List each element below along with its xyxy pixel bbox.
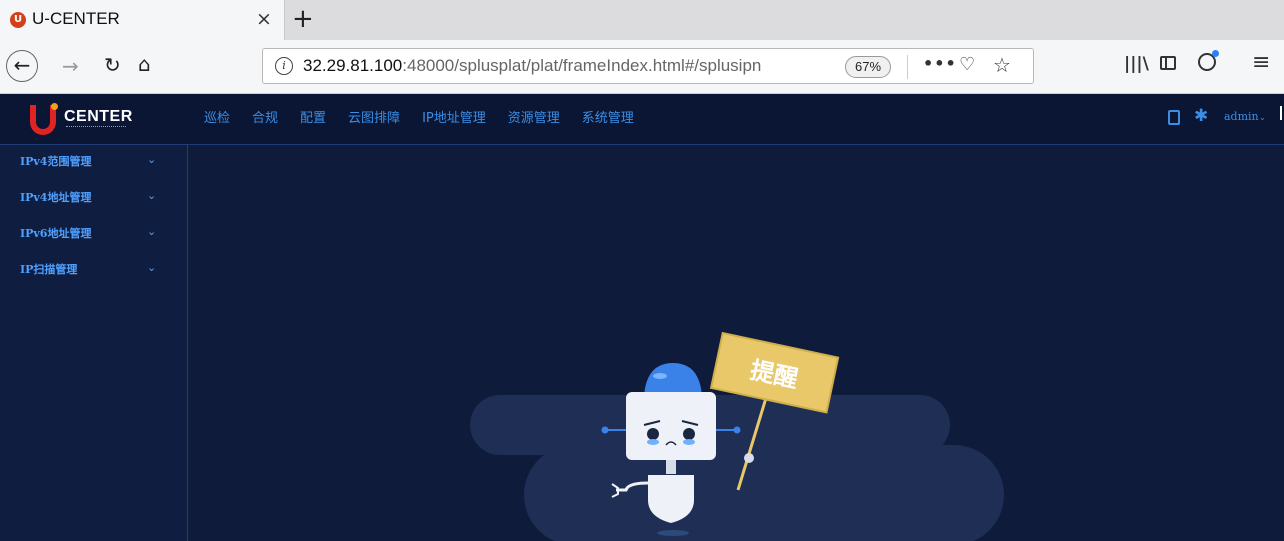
page-actions-icon[interactable]: ••• [923,54,957,73]
logo-text: CENTER [64,108,133,125]
browser-navbar: ← → ↻ ⌂ i 32.29.81.100:48000/splusplat/p… [0,40,1284,94]
chevron-down-icon: ⌄ [1258,113,1267,123]
app-header: CENTER 巡检 合规 配置 云图排障 IP地址管理 资源管理 系统管理 ✱ … [0,94,1284,145]
nav-item-cloud-troubleshoot[interactable]: 云图排障 [348,94,400,144]
url-path: :48000/splusplat/plat/frameIndex.html#/s… [402,56,762,75]
close-tab-icon[interactable]: × [256,8,272,30]
url-bar[interactable]: i 32.29.81.100:48000/splusplat/plat/fram… [262,48,1034,84]
user-menu[interactable]: admin⌄ [1224,110,1266,123]
sidebar-item-label: IPv6地址管理 [20,227,92,240]
pocket-icon[interactable]: ♡ [959,54,975,75]
browser-tab[interactable]: U U-CENTER × [0,0,285,40]
nav-item-inspection[interactable]: 巡检 [204,94,230,144]
account-icon[interactable] [1198,50,1219,71]
sidebar: IPv4范围管理 ⌄ IPv4地址管理 ⌄ IPv6地址管理 ⌄ IP扫描管理 … [0,145,188,541]
sidebar-icon[interactable] [1160,56,1176,70]
sidebar-item-ip-scan[interactable]: IP扫描管理 ⌄ [0,253,187,289]
logo-dot-icon [51,103,58,110]
new-tab-button[interactable]: + [292,4,314,34]
zoom-level-badge[interactable]: 67% [845,56,891,78]
top-navigation: 巡检 合规 配置 云图排障 IP地址管理 资源管理 系统管理 [204,94,656,144]
site-favicon-icon: U [10,12,26,28]
browser-tabstrip: U U-CENTER × + [0,0,1284,40]
nav-item-compliance[interactable]: 合规 [252,94,278,144]
document-icon[interactable] [1168,110,1180,125]
nav-item-system-management[interactable]: 系统管理 [582,94,634,144]
url-text[interactable]: 32.29.81.100:48000/splusplat/plat/frameI… [303,56,761,76]
username: admin [1224,110,1259,123]
sidebar-item-label: IPv4地址管理 [20,191,92,204]
sidebar-item-ipv4-address[interactable]: IPv4地址管理 ⌄ [0,181,187,217]
sidebar-item-label: IP扫描管理 [20,263,78,276]
info-icon[interactable]: i [275,57,293,75]
url-divider [907,55,908,79]
chevron-down-icon: ⌄ [147,225,157,238]
reload-icon[interactable]: ↻ [104,53,121,77]
library-icon[interactable]: |||\ [1124,54,1149,74]
app-logo[interactable]: CENTER [30,103,150,137]
back-icon[interactable]: ← [6,50,38,82]
nav-item-resource-management[interactable]: 资源管理 [508,94,560,144]
chevron-down-icon: ⌄ [147,153,157,166]
nav-item-config[interactable]: 配置 [300,94,326,144]
nav-item-ip-management[interactable]: IP地址管理 [422,94,486,144]
menu-icon[interactable]: ≡ [1252,50,1270,75]
sidebar-item-ipv6-address[interactable]: IPv6地址管理 ⌄ [0,217,187,253]
chevron-down-icon: ⌄ [147,261,157,274]
home-icon[interactable]: ⌂ [138,52,151,76]
cloud-background [470,395,1004,541]
empty-state-illustration: 提醒 [470,331,1004,541]
main-content: 提醒 [188,145,1284,541]
sidebar-item-ipv4-range[interactable]: IPv4范围管理 ⌄ [0,145,187,181]
chevron-down-icon: ⌄ [147,189,157,202]
tab-title: U-CENTER [32,9,120,28]
url-host: 32.29.81.100 [303,56,403,75]
forward-icon[interactable]: → [62,54,79,78]
bookmark-star-icon[interactable]: ☆ [993,53,1011,77]
gear-icon[interactable]: ✱ [1194,106,1208,126]
sidebar-item-label: IPv4范围管理 [20,155,92,168]
logo-subtitle [66,126,126,130]
edge-indicator [1280,106,1282,120]
